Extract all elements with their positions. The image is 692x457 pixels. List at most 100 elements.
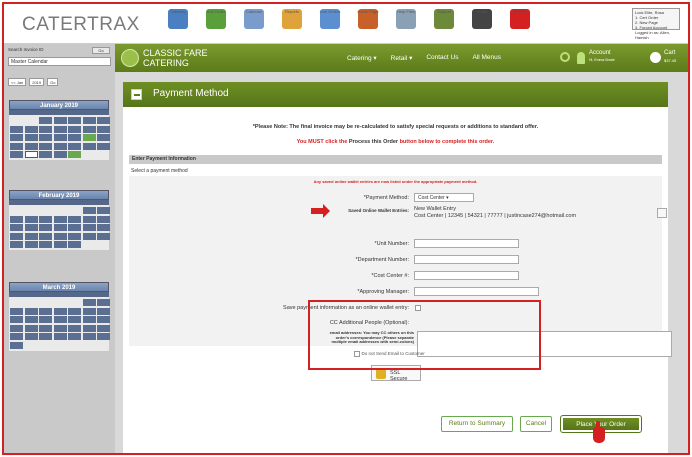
calendar-day[interactable] [53,125,67,133]
calendar-day[interactable] [53,215,67,223]
top-nav-profile[interactable]: Profile [463,7,501,41]
calendar-day[interactable] [82,232,96,240]
nav-retail[interactable]: Retail ▾ [391,54,413,62]
calendar-day[interactable] [97,207,110,214]
calendar-day[interactable] [10,125,23,133]
calendar-day[interactable] [10,142,23,150]
calendar-day[interactable] [10,232,23,240]
top-nav-calendar[interactable]: Calendar [235,7,273,41]
calendar-day[interactable] [24,333,38,340]
calendar-day[interactable] [68,134,81,141]
calendar-day[interactable] [82,134,96,141]
calendar-day[interactable] [53,134,67,141]
calendar-day[interactable] [82,316,96,323]
calendar-day[interactable] [68,241,81,248]
calendar-day[interactable] [68,307,81,315]
calendar-day[interactable] [97,324,110,332]
account-link[interactable]: Account Hi, Emma Bowie [589,50,615,64]
calendar-day[interactable] [82,333,96,340]
account-icon[interactable] [577,52,585,64]
calendar-day[interactable] [97,232,110,240]
calendar-day[interactable] [97,142,110,150]
calendar-day[interactable] [53,151,67,158]
cost-center-field[interactable] [414,271,519,280]
calendar-day[interactable] [39,125,52,133]
calendar-day[interactable] [53,232,67,240]
calendar-day[interactable] [10,241,23,248]
calendar-day[interactable] [97,134,110,141]
calendar-day[interactable] [53,333,67,340]
calendar-day[interactable] [53,316,67,323]
wallet-edit-button[interactable] [657,208,667,218]
calendar-day[interactable] [10,215,23,223]
calendar-day[interactable] [39,117,52,124]
calendar-day[interactable] [39,134,52,141]
calendar-day[interactable] [97,307,110,315]
top-nav-help[interactable]: Help Files [387,7,425,41]
nav-all-menus[interactable]: All Menus [472,54,501,62]
calendar-day[interactable] [82,142,96,150]
calendar-day[interactable] [97,215,110,223]
cart-link[interactable]: Cart $37.45 [664,50,676,64]
top-nav-add-order[interactable]: Add Order [197,7,235,41]
catertrax-logo[interactable]: CATERTRAX [22,14,140,36]
search-go-button[interactable]: Go [92,47,110,54]
calendar-day[interactable] [97,299,110,306]
calendar-day[interactable] [68,333,81,340]
calendar-day[interactable] [39,215,52,223]
wallet-entry-new[interactable]: New Wallet Entry [414,206,674,213]
calendar-day[interactable] [82,224,96,231]
calendar-day[interactable] [82,215,96,223]
calendar-day[interactable] [24,224,38,231]
calendar-day[interactable] [39,224,52,231]
calendar-day[interactable] [82,207,96,214]
calendar-day[interactable] [68,142,81,150]
approving-manager-field[interactable] [414,287,539,296]
calendar-day[interactable] [53,241,67,248]
calendar-day[interactable] [24,241,38,248]
department-number-field[interactable] [414,255,519,264]
payment-method-select[interactable]: Cost Center ▾ [414,193,474,202]
calendar-day[interactable] [10,341,23,349]
calendar-day[interactable] [10,307,23,315]
return-to-summary-button[interactable]: Return to Summary [441,416,513,432]
calendar-day[interactable] [10,316,23,323]
calendar-day[interactable] [97,117,110,124]
calendar-day[interactable] [68,224,81,231]
calendar-day[interactable] [10,224,23,231]
unit-number-field[interactable] [414,239,519,248]
top-nav-home-page[interactable]: Home Page [349,7,387,41]
nav-catering[interactable]: Catering ▾ [347,54,377,62]
calendar-day[interactable] [82,117,96,124]
search-icon[interactable] [560,52,570,62]
cancel-button[interactable]: Cancel [520,416,552,432]
calendar-day[interactable] [39,333,52,340]
calendar-day[interactable] [24,142,38,150]
cart-icon[interactable] [650,52,661,63]
calendar-day[interactable] [24,215,38,223]
nav-contact-us[interactable]: Contact Us [426,54,458,62]
brand-logo-icon[interactable] [121,49,139,67]
calendar-day[interactable] [10,324,23,332]
calendar-day[interactable] [97,224,110,231]
calendar-day[interactable] [53,324,67,332]
calendar-day[interactable] [39,151,52,158]
calendar-day[interactable] [39,241,52,248]
calendar-day[interactable] [53,307,67,315]
calendar-day[interactable] [24,307,38,315]
calendar-day[interactable] [24,316,38,323]
collapse-icon[interactable] [131,89,142,100]
top-nav-support[interactable]: Support [425,7,463,41]
calendar-day[interactable] [24,232,38,240]
calendar-day[interactable] [68,215,81,223]
calendar-day[interactable] [24,151,38,158]
calendar-day[interactable] [10,134,23,141]
wallet-entry-saved[interactable]: Cost Center | 12345 | 54321 | 77777 | ju… [414,213,674,220]
calendar-day[interactable] [97,125,110,133]
top-nav-logout[interactable]: Log Off [501,7,539,41]
top-nav-reports[interactable]: Reports [273,7,311,41]
year-select[interactable]: 2019 [29,78,45,86]
calendar-day[interactable] [39,307,52,315]
calendar-day[interactable] [82,299,96,306]
calendar-day[interactable] [24,324,38,332]
